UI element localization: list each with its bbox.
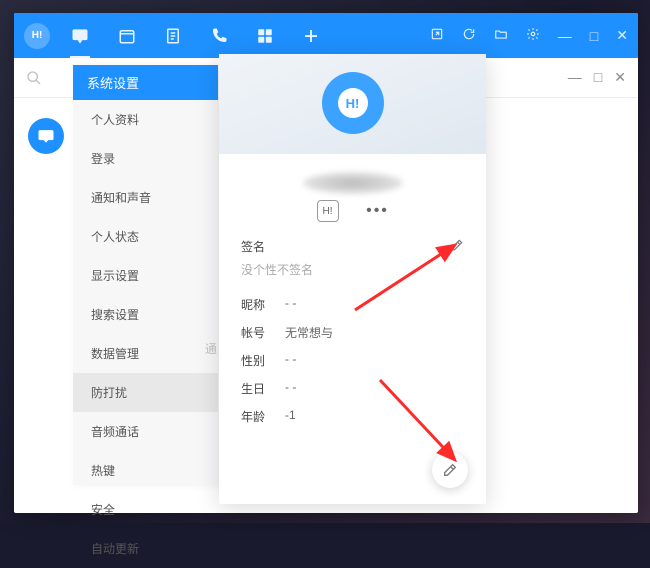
sub-minimize-icon[interactable]: — (568, 69, 582, 86)
gear-icon[interactable] (526, 27, 540, 44)
settings-item-7[interactable]: 防打扰 (73, 373, 218, 412)
settings-item-11[interactable]: 自动更新 (73, 529, 218, 568)
more-button[interactable]: ••• (367, 200, 389, 222)
profile-banner: H! (219, 54, 486, 154)
settings-item-1[interactable]: 登录 (73, 139, 218, 178)
signature-text: 没个性不签名 (241, 261, 464, 278)
calendar-tab-icon[interactable] (118, 27, 136, 45)
maximize-icon[interactable]: □ (590, 28, 598, 44)
settings-item-3[interactable]: 个人状态 (73, 217, 218, 256)
info-row-gender: 性别 - - (241, 352, 464, 369)
refresh-icon[interactable] (462, 27, 476, 44)
info-row-birthday: 生日 - - (241, 380, 464, 397)
sub-maximize-icon[interactable]: □ (594, 69, 602, 86)
add-tab-icon[interactable] (302, 27, 320, 45)
settings-panel: 系统设置 个人资料登录通知和声音个人状态显示设置搜索设置数据管理防打扰音频通话热… (73, 65, 218, 485)
document-tab-icon[interactable] (164, 27, 182, 45)
signature-label: 签名 (241, 238, 265, 255)
phone-tab-icon[interactable] (210, 27, 228, 45)
truncated-label: 通 (205, 340, 217, 357)
edit-profile-button[interactable] (432, 452, 468, 488)
info-row-account: 帐号 无常想与 (241, 324, 464, 341)
sub-close-icon[interactable]: ✕ (614, 69, 626, 86)
close-icon[interactable]: ✕ (616, 27, 628, 44)
search-icon[interactable] (26, 70, 42, 86)
settings-item-8[interactable]: 音频通话 (73, 412, 218, 451)
settings-item-10[interactable]: 安全 (73, 490, 218, 529)
settings-item-0[interactable]: 个人资料 (73, 100, 218, 139)
profile-panel: — ✕ H! H! ••• 签名 没个性不签名 昵称 - - 帐号 无常想与 性… (219, 54, 486, 504)
app-logo-icon: H! (24, 23, 50, 49)
apps-tab-icon[interactable] (256, 27, 274, 45)
settings-item-5[interactable]: 搜索设置 (73, 295, 218, 334)
edit-signature-icon[interactable] (450, 238, 464, 255)
external-icon[interactable] (430, 27, 444, 44)
minimize-icon[interactable]: — (558, 28, 572, 44)
profile-name-blurred (303, 172, 403, 194)
info-row-age: 年龄 -1 (241, 408, 464, 425)
settings-item-4[interactable]: 显示设置 (73, 256, 218, 295)
settings-item-9[interactable]: 热键 (73, 451, 218, 490)
message-button[interactable]: H! (317, 200, 339, 222)
chat-tab-icon[interactable] (70, 26, 90, 46)
folder-icon[interactable] (494, 27, 508, 44)
titlebar: H! — □ ✕ (14, 13, 638, 58)
settings-item-6[interactable]: 数据管理 (73, 334, 218, 373)
avatar[interactable]: H! (322, 72, 384, 134)
settings-item-2[interactable]: 通知和声音 (73, 178, 218, 217)
chat-item-icon[interactable] (28, 118, 64, 154)
settings-title: 系统设置 (73, 65, 218, 100)
info-row-nickname: 昵称 - - (241, 296, 464, 313)
